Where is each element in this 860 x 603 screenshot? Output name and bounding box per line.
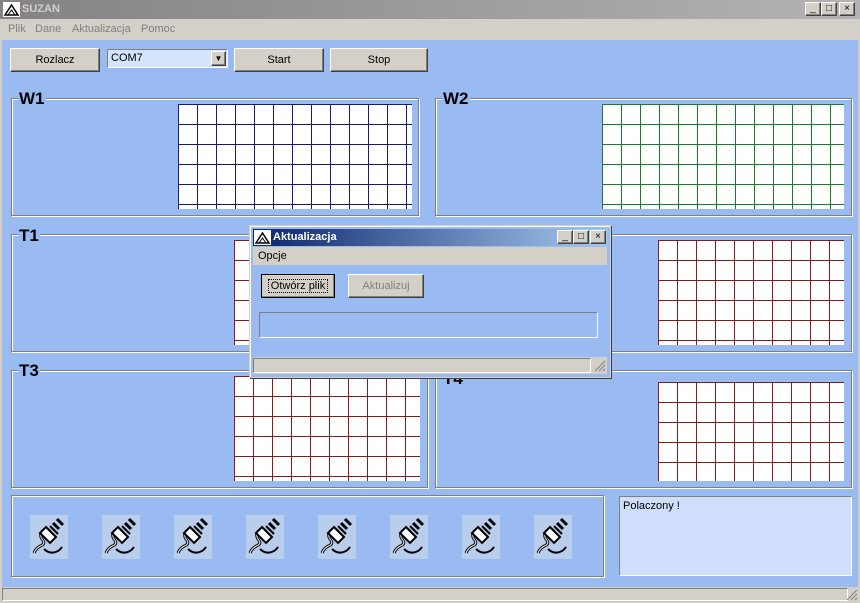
- plug-icon: [100, 513, 142, 561]
- plug-icon: [316, 513, 358, 561]
- disconnect-button[interactable]: Rozlacz: [10, 48, 100, 72]
- chart-grid-t3: [234, 376, 420, 481]
- chart-grid-w1: [178, 104, 412, 209]
- minimize-button[interactable]: _: [805, 2, 821, 16]
- grid-svg: [658, 240, 844, 345]
- plug-icon: [532, 513, 574, 561]
- dialog-maximize-button[interactable]: □: [573, 230, 589, 244]
- plug-icon: [460, 513, 502, 561]
- grid-background: [602, 104, 844, 209]
- progress-bar: [259, 312, 598, 338]
- plug-icon: [28, 513, 70, 561]
- dialog-close-button[interactable]: ×: [590, 230, 606, 244]
- plug-icon: [388, 513, 430, 561]
- title-bar: SUZAN _ □ ×: [0, 0, 860, 19]
- plug-icon: [172, 513, 214, 561]
- menu-aktualizacja[interactable]: Aktualizacja: [72, 23, 131, 35]
- connection-status-text: Polaczony !: [623, 500, 680, 512]
- resize-grip-icon[interactable]: [594, 360, 606, 372]
- open-file-button-label: Otwórz plik: [267, 279, 329, 293]
- chevron-down-icon[interactable]: ▼: [211, 51, 226, 66]
- dialog-status-bar: [253, 357, 607, 374]
- panel-w1-label: W1: [18, 89, 46, 108]
- resize-grip-icon[interactable]: [846, 589, 858, 601]
- dialog-status-panel: [253, 358, 591, 373]
- grid-background: [178, 104, 412, 209]
- dialog-title: Aktualizacja: [273, 231, 337, 243]
- dialog-minimize-button[interactable]: _: [557, 230, 573, 244]
- chart-grid-t4: [658, 382, 844, 481]
- menu-bar: Plik Dane Aktualizacja Pomoc: [0, 19, 860, 39]
- status-panel: [2, 588, 848, 601]
- menu-dane[interactable]: Dane: [35, 23, 61, 35]
- grid-svg: [234, 376, 420, 481]
- dialog-menu-options[interactable]: Opcje: [258, 250, 287, 262]
- close-button[interactable]: ×: [839, 2, 855, 16]
- connection-status-box: Polaczony !: [619, 496, 852, 576]
- grid-background: [234, 376, 420, 481]
- grid-svg: [602, 104, 844, 209]
- window-title: SUZAN: [22, 3, 60, 15]
- open-file-button[interactable]: Otwórz plik: [261, 274, 335, 298]
- app-icon: [3, 2, 20, 17]
- grid-background: [658, 240, 844, 345]
- start-button[interactable]: Start: [234, 48, 324, 72]
- port-select-value: COM7: [111, 52, 143, 64]
- app-icon: [254, 230, 271, 245]
- menu-plik[interactable]: Plik: [8, 23, 26, 35]
- chart-grid-w2: [602, 104, 844, 209]
- maximize-button[interactable]: □: [821, 2, 837, 16]
- plug-icon: [244, 513, 286, 561]
- update-dialog: Aktualizacja _ □ × Opcje Otwórz plik Akt…: [249, 225, 611, 378]
- dialog-title-bar: Aktualizacja _ □ ×: [253, 229, 607, 246]
- panel-t1-label: T1: [18, 226, 40, 245]
- dialog-menu-bar: Opcje: [253, 247, 607, 265]
- grid-svg: [658, 382, 844, 481]
- panel-w2-label: W2: [442, 89, 470, 108]
- stop-button[interactable]: Stop: [330, 48, 428, 72]
- update-button[interactable]: Aktualizuj: [348, 274, 424, 298]
- grid-svg: [178, 104, 412, 209]
- panel-t3-label: T3: [18, 361, 40, 380]
- menu-pomoc[interactable]: Pomoc: [141, 23, 175, 35]
- grid-background: [658, 382, 844, 481]
- chart-grid-t2: [658, 240, 844, 345]
- port-select[interactable]: COM7 ▼: [107, 49, 228, 68]
- status-bar: [0, 587, 860, 603]
